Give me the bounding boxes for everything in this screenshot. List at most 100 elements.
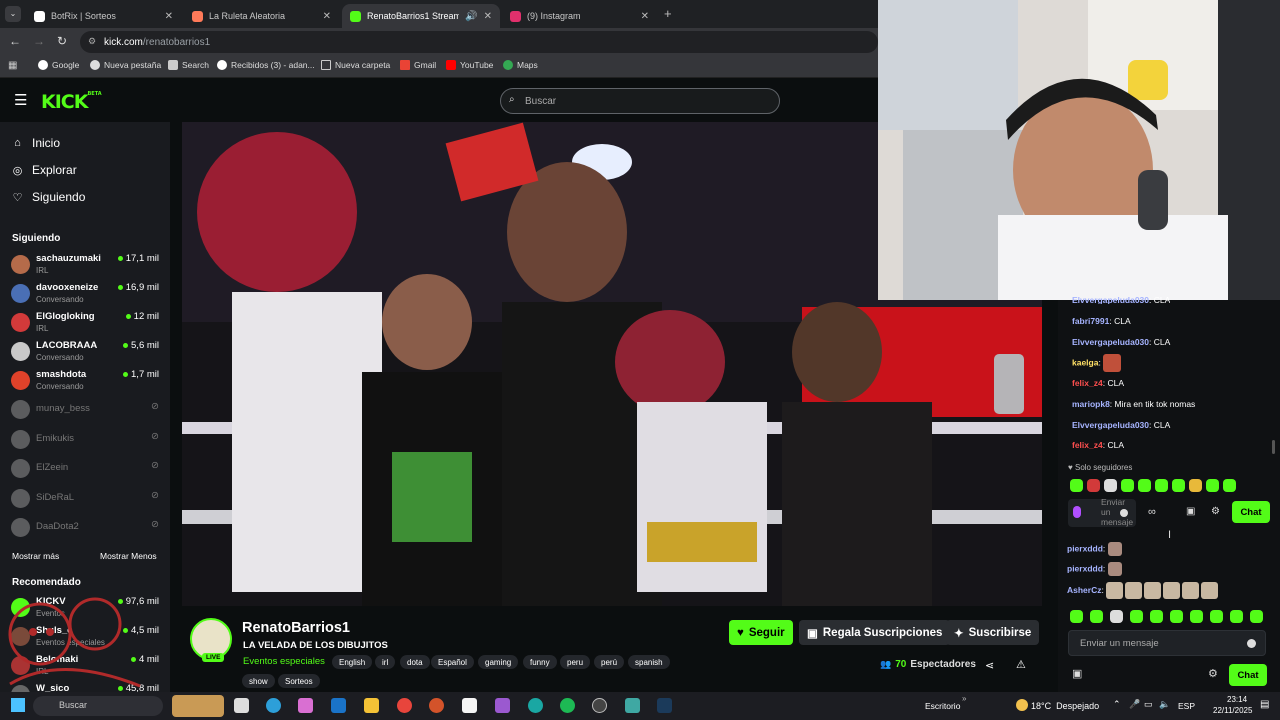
- clock-date[interactable]: 22/11/2025: [1213, 706, 1252, 715]
- chat-username[interactable]: felix_z4: [1072, 378, 1103, 388]
- close-tab-icon[interactable]: ✕: [484, 11, 492, 22]
- show-more-button[interactable]: Mostrar más: [12, 551, 59, 561]
- outlook-icon[interactable]: [331, 698, 346, 713]
- obs-icon[interactable]: [495, 698, 510, 713]
- chat-send-button[interactable]: Chat: [1229, 664, 1267, 686]
- stream-tag[interactable]: Sorteos: [278, 674, 320, 688]
- forward-arrow-icon[interactable]: →: [33, 34, 45, 48]
- stream-tag[interactable]: dota: [400, 655, 430, 669]
- chat-username[interactable]: kaelga: [1072, 357, 1098, 367]
- streamer-name[interactable]: RenatoBarrios1: [242, 620, 350, 636]
- followed-channel-offline[interactable]: DaaDota2 ⊘: [11, 514, 161, 542]
- emoji-icon[interactable]: [1247, 639, 1256, 648]
- followed-channel-offline[interactable]: munay_bess ⊘: [11, 396, 161, 424]
- bookmark-maps[interactable]: Maps: [503, 60, 538, 70]
- emote-icon[interactable]: [1130, 610, 1143, 623]
- taskbar-search[interactable]: Buscar: [33, 696, 163, 716]
- stream-tag[interactable]: peru: [560, 655, 591, 669]
- bookmark-new-tab[interactable]: Nueva pestaña: [90, 60, 161, 70]
- chat-username[interactable]: Elvvergapeluda030: [1072, 337, 1149, 347]
- browser-tab-ruleta[interactable]: La Ruleta Aleatoria ✕: [184, 4, 339, 28]
- emote-icon[interactable]: [1150, 610, 1163, 623]
- edge-icon[interactable]: [266, 698, 281, 713]
- close-tab-icon[interactable]: ✕: [323, 11, 331, 22]
- follow-button[interactable]: ♥ Seguir: [729, 620, 793, 645]
- chrome-icon[interactable]: [397, 698, 412, 713]
- inner-message-input[interactable]: Enviar un mensaje: [1068, 497, 1136, 527]
- stream-tag[interactable]: irl: [375, 655, 396, 669]
- back-arrow-icon[interactable]: ←: [9, 34, 21, 48]
- chat-username[interactable]: Elvvergapeluda030: [1072, 295, 1149, 304]
- chat-username[interactable]: fabri7991: [1072, 316, 1109, 326]
- emote-icon[interactable]: [1230, 610, 1243, 623]
- stream-tag[interactable]: Español: [431, 655, 474, 669]
- settings-gear-icon[interactable]: ⚙: [1211, 506, 1220, 517]
- emote-icon[interactable]: [1104, 479, 1117, 492]
- gift-subs-button[interactable]: ▣ Regala Suscripciones: [799, 620, 951, 645]
- reload-icon[interactable]: ↻: [57, 34, 67, 48]
- browser-tab-botrix[interactable]: BotRix | Sorteos ✕: [26, 4, 181, 28]
- url-field[interactable]: ⚙ kick.com/renatobarrios1: [80, 31, 878, 53]
- emote-icon[interactable]: [1155, 479, 1168, 492]
- emote-icon[interactable]: [1223, 479, 1236, 492]
- microphone-icon[interactable]: 🎤: [1129, 699, 1140, 710]
- powerpoint-icon[interactable]: [429, 698, 444, 713]
- browser-tab-kick[interactable]: RenatoBarrios1 Stream - W 🔊 ✕: [342, 4, 500, 28]
- followed-channel-davooxeneize[interactable]: davooxeneize Conversando 16,9 mil: [11, 280, 161, 308]
- bookmark-youtube[interactable]: YouTube: [446, 60, 493, 70]
- desktop-label[interactable]: Escritorio: [925, 701, 960, 711]
- bookmark-gmail[interactable]: Gmail: [400, 60, 436, 70]
- chat-username[interactable]: AsherCz: [1067, 585, 1101, 595]
- chevron-right-icon[interactable]: »: [962, 694, 966, 703]
- hamburger-menu-icon[interactable]: ☰: [14, 91, 27, 109]
- kick-logo[interactable]: KICKBETA: [41, 91, 102, 113]
- followed-channel-elglogloking[interactable]: ElGlogloking IRL 12 mil: [11, 309, 161, 337]
- copilot-icon[interactable]: [298, 698, 313, 713]
- emote-icon[interactable]: [1090, 610, 1103, 623]
- stream-tag[interactable]: spanish: [628, 655, 670, 669]
- emote-icon[interactable]: [1250, 610, 1263, 623]
- task-view-icon[interactable]: [234, 698, 249, 713]
- sidebar-item-inicio[interactable]: ⌂ Inicio: [12, 136, 60, 150]
- emote-icon[interactable]: [1172, 479, 1185, 492]
- bookmark-folder[interactable]: Nueva carpeta: [321, 60, 390, 70]
- chat-message-input[interactable]: Enviar un mensaje: [1068, 630, 1266, 656]
- followed-channel-offline[interactable]: Emikukis ⊘: [11, 426, 161, 454]
- emote-bar[interactable]: [1070, 479, 1236, 492]
- notepad-icon[interactable]: [462, 698, 477, 713]
- bookmark-google[interactable]: Google: [38, 60, 79, 70]
- stream-tag[interactable]: gaming: [478, 655, 519, 669]
- emote-bar[interactable]: [1070, 610, 1263, 623]
- gift-icon[interactable]: ▣: [1186, 506, 1195, 517]
- gift-icon[interactable]: ▣: [1072, 667, 1082, 680]
- emote-icon[interactable]: [1121, 479, 1134, 492]
- settings-gear-icon[interactable]: ⚙: [1208, 667, 1218, 680]
- bookmark-inbox[interactable]: Recibidos (3) - adan...: [217, 60, 315, 70]
- followed-channel-smashdota[interactable]: smashdota Conversando 1,7 mil: [11, 367, 161, 395]
- chat-username[interactable]: pierxddd: [1067, 563, 1103, 573]
- weather-text[interactable]: 18°C Despejado: [1031, 701, 1099, 711]
- speaker-icon[interactable]: 🔊: [465, 11, 477, 22]
- volume-icon[interactable]: 🔈: [1159, 699, 1170, 710]
- chat-username[interactable]: felix_z4: [1072, 440, 1103, 450]
- followed-channel-offline[interactable]: ElZeein ⊘: [11, 455, 161, 483]
- clock-time[interactable]: 23:14: [1227, 695, 1247, 704]
- emote-icon[interactable]: [1087, 479, 1100, 492]
- apps-grid-icon[interactable]: ▦: [8, 60, 17, 71]
- close-tab-icon[interactable]: ✕: [165, 11, 173, 22]
- monitor-app-icon[interactable]: [625, 698, 640, 713]
- language-indicator[interactable]: ESP: [1178, 701, 1195, 711]
- emote-icon[interactable]: [1170, 610, 1183, 623]
- emote-icon[interactable]: [1138, 479, 1151, 492]
- emoji-icon[interactable]: [1120, 509, 1128, 517]
- file-explorer-icon[interactable]: [364, 698, 379, 713]
- chat-username[interactable]: pierxddd: [1067, 543, 1103, 553]
- emote-icon[interactable]: [1070, 610, 1083, 623]
- emote-icon[interactable]: [1110, 610, 1123, 623]
- app-icon[interactable]: [592, 698, 607, 713]
- chat-username[interactable]: mariopk8: [1072, 399, 1110, 409]
- search-widget-image[interactable]: [172, 695, 224, 717]
- emote-icon[interactable]: [1190, 610, 1203, 623]
- spotify-icon[interactable]: [560, 698, 575, 713]
- infinity-icon[interactable]: ∞: [1148, 506, 1156, 518]
